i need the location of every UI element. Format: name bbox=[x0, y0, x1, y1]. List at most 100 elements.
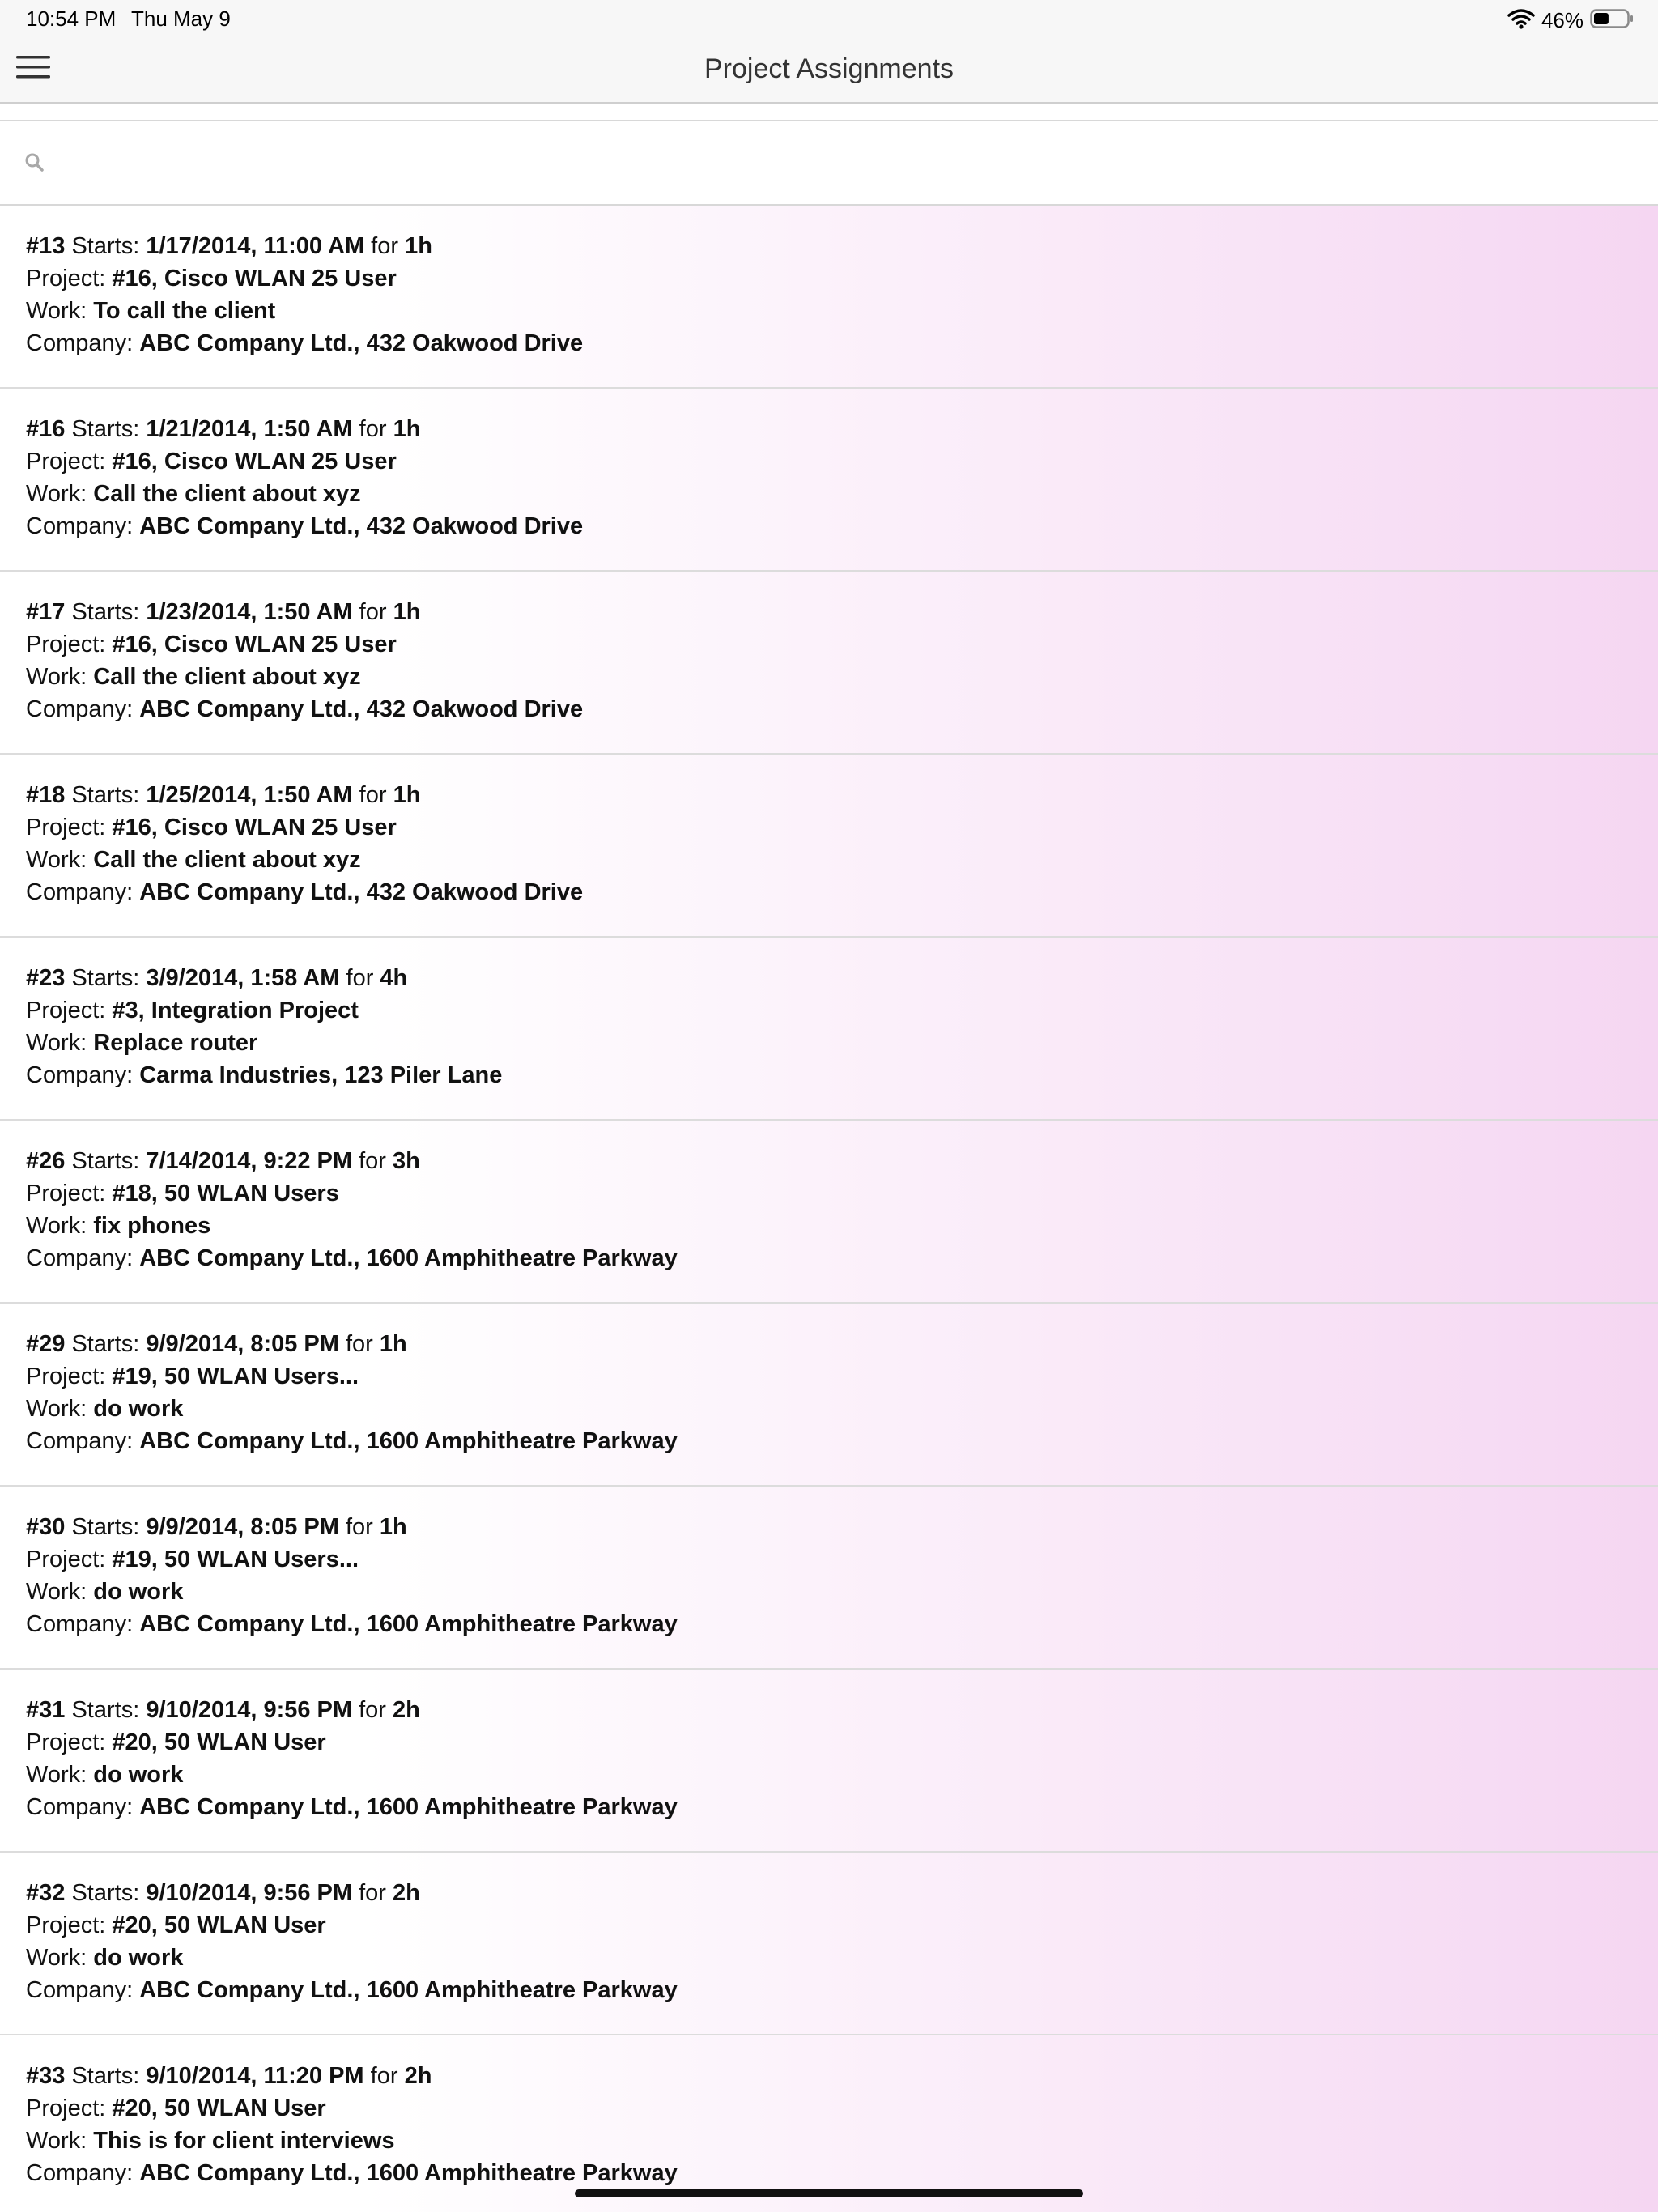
for-label: for bbox=[359, 782, 387, 808]
work-label: Work: bbox=[26, 847, 87, 873]
assignment-id: #13 bbox=[26, 233, 66, 259]
company-value: ABC Company Ltd., 1600 Amphitheatre Park… bbox=[139, 1428, 678, 1454]
project-value: #16, Cisco WLAN 25 User bbox=[112, 632, 397, 657]
work-line: Work: Replace router bbox=[26, 1027, 257, 1059]
work-value: do work bbox=[93, 1579, 184, 1605]
company-label: Company: bbox=[26, 1428, 134, 1454]
project-value: #20, 50 WLAN User bbox=[112, 2095, 326, 2121]
work-line: Work: do work bbox=[26, 1393, 183, 1425]
company-value: ABC Company Ltd., 1600 Amphitheatre Park… bbox=[139, 1977, 678, 2003]
list-item[interactable]: #32 Starts: 9/10/2014, 9:56 PM for 2h Pro… bbox=[0, 1853, 1658, 2035]
starts-label: Starts: bbox=[71, 782, 140, 808]
work-line: Work: This is for client interviews bbox=[26, 2125, 395, 2157]
company-line: Company: Carma Industries, 123 Piler Lan… bbox=[26, 1059, 502, 1091]
project-label: Project: bbox=[26, 998, 106, 1023]
project-line: Project: #3, Integration Project bbox=[26, 994, 359, 1027]
company-line: Company: ABC Company Ltd., 432 Oakwood D… bbox=[26, 510, 583, 542]
work-value: fix phones bbox=[93, 1213, 211, 1239]
company-label: Company: bbox=[26, 1062, 134, 1088]
work-label: Work: bbox=[26, 1579, 87, 1605]
list-item[interactable]: #16 Starts: 1/21/2014, 1:50 AM for 1h Pro… bbox=[0, 389, 1658, 572]
starts-label: Starts: bbox=[71, 2063, 140, 2089]
list-item[interactable]: #33 Starts: 9/10/2014, 11:20 PM for 2h Pr… bbox=[0, 2035, 1658, 2212]
work-value: This is for client interviews bbox=[93, 2128, 395, 2154]
work-line: Work: do work bbox=[26, 1759, 183, 1791]
company-value: ABC Company Ltd., 1600 Amphitheatre Park… bbox=[139, 1611, 678, 1637]
work-value: Call the client about xyz bbox=[93, 847, 361, 873]
project-label: Project: bbox=[26, 1363, 106, 1389]
duration: 2h bbox=[393, 1880, 420, 1906]
list-item[interactable]: #18 Starts: 1/25/2014, 1:50 AM for 1h Pro… bbox=[0, 755, 1658, 938]
duration: 3h bbox=[393, 1148, 420, 1174]
work-value: do work bbox=[93, 1945, 184, 1971]
duration: 1h bbox=[405, 233, 432, 259]
assignment-id: #17 bbox=[26, 599, 66, 625]
work-label: Work: bbox=[26, 298, 87, 324]
starts-label: Starts: bbox=[71, 965, 140, 991]
company-line: Company: ABC Company Ltd., 432 Oakwood D… bbox=[26, 693, 583, 725]
assignment-id: #30 bbox=[26, 1514, 66, 1540]
list-item[interactable]: #26 Starts: 7/14/2014, 9:22 PM for 3h Pro… bbox=[0, 1121, 1658, 1304]
company-label: Company: bbox=[26, 1794, 134, 1820]
project-value: #19, 50 WLAN Users... bbox=[112, 1546, 359, 1572]
assignment-id: #16 bbox=[26, 416, 66, 442]
search-bar bbox=[0, 121, 1658, 204]
list-item[interactable]: #13 Starts: 1/17/2014, 11:00 AM for 1h Pr… bbox=[0, 206, 1658, 389]
company-value: ABC Company Ltd., 1600 Amphitheatre Park… bbox=[139, 1794, 678, 1820]
assignment-id: #32 bbox=[26, 1880, 66, 1906]
project-line: Project: #19, 50 WLAN Users... bbox=[26, 1360, 359, 1393]
company-line: Company: ABC Company Ltd., 1600 Amphithe… bbox=[26, 1425, 678, 1457]
assignment-header: #23 Starts: 3/9/2014, 1:58 AM for 4h bbox=[26, 962, 407, 994]
company-label: Company: bbox=[26, 879, 134, 905]
page-title: Project Assignments bbox=[704, 53, 954, 84]
assignment-list[interactable]: #13 Starts: 1/17/2014, 11:00 AM for 1h Pr… bbox=[0, 206, 1658, 2212]
work-value: Call the client about xyz bbox=[93, 664, 361, 690]
list-item[interactable]: #30 Starts: 9/9/2014, 8:05 PM for 1h Proj… bbox=[0, 1487, 1658, 1670]
company-value: ABC Company Ltd., 432 Oakwood Drive bbox=[139, 696, 584, 722]
navigation-bar: Project Assignments bbox=[0, 42, 1658, 104]
assignment-id: #29 bbox=[26, 1331, 66, 1357]
company-line: Company: ABC Company Ltd., 1600 Amphithe… bbox=[26, 1242, 678, 1274]
assignment-header: #17 Starts: 1/23/2014, 1:50 AM for 1h bbox=[26, 596, 420, 628]
starts-label: Starts: bbox=[71, 416, 140, 442]
wifi-icon bbox=[1507, 8, 1535, 33]
project-line: Project: #16, Cisco WLAN 25 User bbox=[26, 262, 397, 295]
starts-label: Starts: bbox=[71, 1148, 140, 1174]
status-date: Thu May 9 bbox=[131, 6, 231, 31]
work-line: Work: Call the client about xyz bbox=[26, 844, 361, 876]
project-value: #16, Cisco WLAN 25 User bbox=[112, 449, 397, 474]
project-line: Project: #20, 50 WLAN User bbox=[26, 1726, 326, 1759]
project-line: Project: #18, 50 WLAN Users bbox=[26, 1177, 339, 1210]
start-datetime: 1/17/2014, 11:00 AM bbox=[146, 233, 365, 259]
list-item[interactable]: #29 Starts: 9/9/2014, 8:05 PM for 1h Proj… bbox=[0, 1304, 1658, 1487]
battery-percent: 46% bbox=[1541, 7, 1584, 32]
assignment-header: #13 Starts: 1/17/2014, 11:00 AM for 1h bbox=[26, 230, 432, 262]
project-label: Project: bbox=[26, 1180, 106, 1206]
start-datetime: 7/14/2014, 9:22 PM bbox=[146, 1148, 353, 1174]
start-datetime: 9/10/2014, 11:20 PM bbox=[146, 2063, 364, 2089]
work-label: Work: bbox=[26, 1396, 87, 1422]
duration: 1h bbox=[393, 599, 421, 625]
list-item[interactable]: #31 Starts: 9/10/2014, 9:56 PM for 2h Pro… bbox=[0, 1670, 1658, 1853]
duration: 1h bbox=[393, 782, 421, 808]
project-label: Project: bbox=[26, 2095, 106, 2121]
assignment-header: #26 Starts: 7/14/2014, 9:22 PM for 3h bbox=[26, 1145, 420, 1177]
home-indicator[interactable] bbox=[575, 2189, 1083, 2197]
list-item[interactable]: #23 Starts: 3/9/2014, 1:58 AM for 4h Proj… bbox=[0, 938, 1658, 1121]
company-value: Carma Industries, 123 Piler Lane bbox=[139, 1062, 503, 1088]
assignment-header: #32 Starts: 9/10/2014, 9:56 PM for 2h bbox=[26, 1877, 420, 1909]
start-datetime: 1/23/2014, 1:50 AM bbox=[146, 599, 353, 625]
for-label: for bbox=[346, 1331, 373, 1357]
project-value: #16, Cisco WLAN 25 User bbox=[112, 815, 397, 840]
work-line: Work: Call the client about xyz bbox=[26, 478, 361, 510]
list-item[interactable]: #17 Starts: 1/23/2014, 1:50 AM for 1h Pro… bbox=[0, 572, 1658, 755]
work-label: Work: bbox=[26, 1030, 87, 1056]
battery-icon bbox=[1590, 8, 1634, 33]
start-datetime: 9/10/2014, 9:56 PM bbox=[146, 1697, 353, 1723]
project-label: Project: bbox=[26, 1729, 106, 1755]
work-label: Work: bbox=[26, 1213, 87, 1239]
company-line: Company: ABC Company Ltd., 1600 Amphithe… bbox=[26, 1974, 678, 2006]
company-label: Company: bbox=[26, 1977, 134, 2003]
search-input[interactable] bbox=[57, 139, 1598, 188]
work-line: Work: do work bbox=[26, 1576, 183, 1608]
